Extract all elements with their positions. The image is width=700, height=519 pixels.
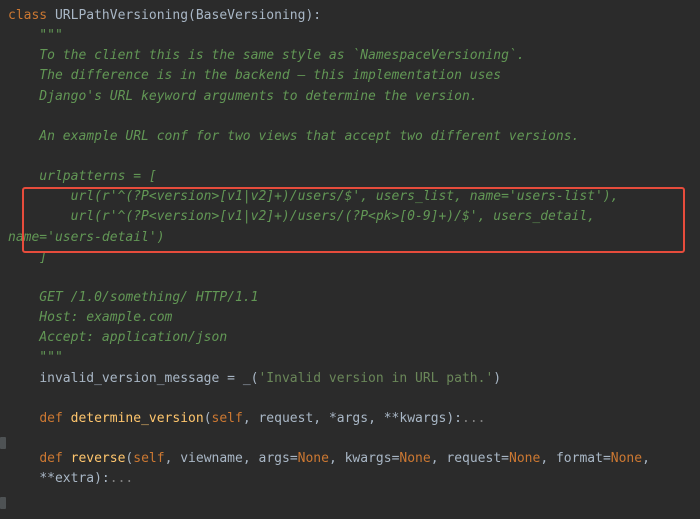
docstring-line: An example URL conf for two views that a… <box>8 129 579 144</box>
blank-line <box>8 391 16 406</box>
docstring-line: url(r'^(?P<version>[v1|v2]+)/users/(?P<p… <box>8 209 603 224</box>
fold-indicator[interactable]: ... <box>110 471 133 486</box>
code-editor[interactable]: class URLPathVersioning(BaseVersioning):… <box>8 6 700 489</box>
docstring-line: Django's URL keyword arguments to determ… <box>8 89 478 104</box>
docstring-line: The difference is in the backend – this … <box>8 68 501 83</box>
invalid-version-assignment: invalid_version_message = _('Invalid ver… <box>8 371 501 386</box>
docstring-blank <box>8 149 16 164</box>
docstring-blank <box>8 109 16 124</box>
gutter-mark[interactable] <box>0 437 6 449</box>
docstring-line: urlpatterns = [ <box>8 169 157 184</box>
docstring-line: Host: example.com <box>8 310 172 325</box>
docstring-line: Accept: application/json <box>8 330 227 345</box>
docstring-line: url(r'^(?P<version>[v1|v2]+)/users/$', u… <box>8 189 618 204</box>
docstring-line: To the client this is the same style as … <box>8 48 525 63</box>
def-reverse-cont: **extra):... <box>8 471 133 486</box>
docstring-line: ] <box>8 250 47 265</box>
docstring-blank <box>8 270 16 285</box>
docstring-close: """ <box>8 350 63 365</box>
def-determine-version: def determine_version(self, request, *ar… <box>8 411 486 426</box>
docstring-line: name='users-detail') <box>8 230 165 245</box>
fold-indicator[interactable]: ... <box>462 411 485 426</box>
class-decl: class URLPathVersioning(BaseVersioning): <box>8 8 321 23</box>
gutter-mark[interactable] <box>0 497 6 509</box>
blank-line <box>8 431 16 446</box>
docstring-open: """ <box>8 28 63 43</box>
docstring-line: GET /1.0/something/ HTTP/1.1 <box>8 290 258 305</box>
def-reverse: def reverse(self, viewname, args=None, k… <box>8 451 658 466</box>
